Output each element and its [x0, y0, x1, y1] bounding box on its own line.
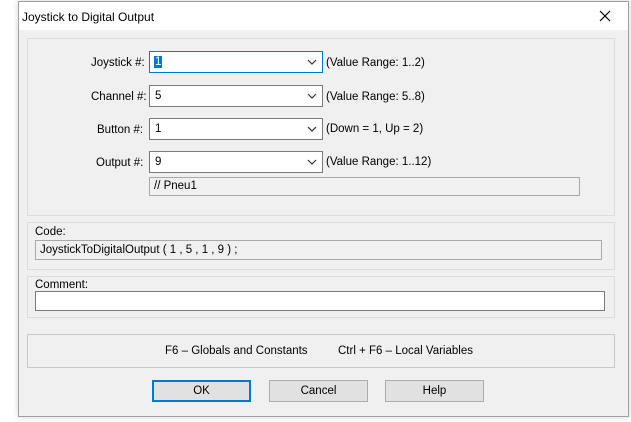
output-combo[interactable]: 9: [149, 151, 323, 173]
close-button[interactable]: [582, 2, 628, 30]
globals-shortcut-text: F6 – Globals and Constants: [165, 345, 308, 357]
channel-combo[interactable]: 5: [149, 85, 323, 107]
channel-value: 5: [155, 90, 162, 102]
comment-input[interactable]: [35, 291, 605, 311]
output-label: Output #:: [96, 157, 144, 169]
button-value: 1: [155, 123, 162, 135]
parameters-group: Joystick #: 1 (Value Range: 1..2) Channe…: [27, 38, 615, 216]
shortcuts-group: F6 – Globals and Constants Ctrl + F6 – L…: [27, 334, 615, 368]
locals-shortcut-text: Ctrl + F6 – Local Variables: [338, 345, 473, 357]
code-text: JoystickToDigitalOutput ( 1 , 5 , 1 , 9 …: [40, 244, 238, 256]
chevron-down-icon: [307, 93, 317, 99]
chevron-down-icon: [307, 126, 317, 132]
joystick-hint: (Value Range: 1..2): [326, 57, 425, 69]
output-value: 9: [155, 156, 162, 168]
code-group: Code: JoystickToDigitalOutput ( 1 , 5 , …: [27, 222, 615, 270]
code-label: Code:: [35, 226, 66, 238]
comment-group: Comment:: [27, 276, 615, 318]
joystick-combo[interactable]: 1: [149, 51, 323, 73]
window-title: Joystick to Digital Output: [22, 10, 155, 24]
button-hint: (Down = 1, Up = 2): [326, 123, 424, 135]
joystick-value: 1: [154, 56, 163, 68]
output-comment-field: // Pneu1: [149, 177, 580, 196]
ok-button[interactable]: OK: [152, 380, 251, 402]
button-label: Button #:: [97, 124, 144, 136]
chevron-down-icon: [307, 159, 317, 165]
help-button[interactable]: Help: [385, 380, 484, 402]
comment-label: Comment:: [35, 279, 89, 291]
cancel-button[interactable]: Cancel: [269, 380, 368, 402]
title-bar: Joystick to Digital Output: [19, 2, 628, 30]
close-icon: [599, 10, 611, 22]
chevron-down-icon: [307, 59, 317, 65]
joystick-label: Joystick #:: [91, 57, 145, 69]
channel-label: Channel #:: [91, 91, 147, 103]
output-comment-text: // Pneu1: [154, 180, 197, 192]
channel-hint: (Value Range: 5..8): [326, 91, 425, 103]
code-field: JoystickToDigitalOutput ( 1 , 5 , 1 , 9 …: [35, 240, 602, 260]
button-combo[interactable]: 1: [149, 118, 323, 140]
dialog-window: Joystick to Digital Output Joystick #: 1…: [18, 1, 629, 417]
output-hint: (Value Range: 1..12): [326, 156, 432, 168]
